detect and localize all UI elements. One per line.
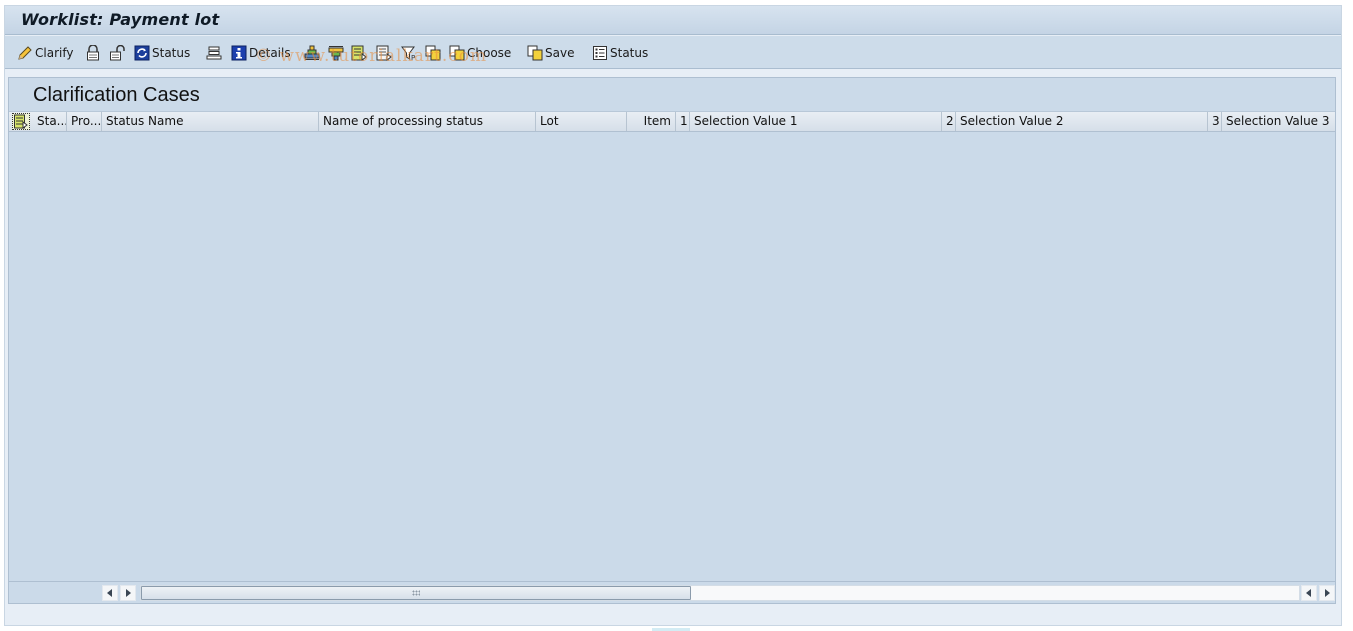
- column-header-processing[interactable]: Pro...: [67, 112, 102, 131]
- scroll-right-button-fixed[interactable]: [120, 585, 136, 601]
- sort-descending-button[interactable]: [328, 44, 346, 62]
- unlock-icon: [109, 44, 125, 61]
- clarification-cases-panel: Clarification Cases Sta... Pro... Status…: [8, 77, 1336, 604]
- column-header-selection-3-no[interactable]: 3: [1208, 112, 1222, 131]
- column-header-status-name[interactable]: Status Name: [102, 112, 319, 131]
- scroll-left-button-fixed[interactable]: [102, 585, 118, 601]
- scroll-right-button[interactable]: [1319, 585, 1335, 601]
- save-layout-icon: [527, 45, 543, 61]
- clarify-button[interactable]: Clarify: [17, 44, 73, 62]
- panel-title: Clarification Cases: [33, 84, 200, 106]
- change-layout-button[interactable]: [351, 44, 369, 62]
- scroll-track[interactable]: [140, 585, 1300, 601]
- column-header-item[interactable]: Item: [627, 112, 676, 131]
- choose-button[interactable]: Choose: [449, 44, 511, 62]
- arrow-left-icon: [1306, 589, 1311, 597]
- pencil-icon: [17, 45, 33, 61]
- sort-ascending-button[interactable]: [304, 44, 322, 62]
- scroll-left-button[interactable]: [1301, 585, 1317, 601]
- select-layout-icon: [376, 45, 392, 61]
- filter-icon: P: [401, 45, 417, 62]
- select-layout-button[interactable]: [376, 44, 394, 62]
- horizontal-scrollbar[interactable]: [9, 581, 1335, 603]
- column-header-selection-2-no[interactable]: 2: [942, 112, 956, 131]
- details-button[interactable]: Details: [231, 44, 291, 62]
- layout-button[interactable]: [206, 44, 224, 62]
- layout-icon: [206, 45, 222, 61]
- grid-body: [9, 132, 1335, 582]
- choose-icon: [449, 45, 465, 61]
- scroll-thumb[interactable]: [141, 586, 691, 600]
- column-header-selection-value-2[interactable]: Selection Value 2: [956, 112, 1208, 131]
- column-header-selection-value-3[interactable]: Selection Value 3: [1222, 112, 1337, 131]
- arrow-left-icon: [107, 589, 112, 597]
- change-layout-icon: [351, 45, 367, 61]
- save-layout-button[interactable]: Save: [527, 44, 574, 62]
- copy-layout-button[interactable]: [425, 44, 443, 62]
- lock-icon: [85, 44, 101, 61]
- column-header-status[interactable]: Sta...: [33, 112, 67, 131]
- copy-layout-icon: [425, 45, 441, 61]
- grip-icon: [412, 590, 420, 596]
- application-toolbar: Clarify Status Details P Choose Save Sta…: [5, 36, 1341, 69]
- status-list-icon: [592, 45, 608, 61]
- column-header-lot[interactable]: Lot: [536, 112, 627, 131]
- svg-text:P: P: [411, 54, 415, 61]
- status-refresh-button[interactable]: Status: [134, 44, 190, 62]
- select-all-button[interactable]: [12, 113, 30, 130]
- column-header-selection-1-no[interactable]: 1: [676, 112, 690, 131]
- grid-header: Sta... Pro... Status Name Name of proces…: [9, 111, 1335, 132]
- filter-button[interactable]: P: [401, 44, 419, 62]
- window-title: Worklist: Payment lot: [21, 10, 220, 29]
- status-list-button[interactable]: Status: [592, 44, 648, 62]
- arrow-right-icon: [126, 589, 131, 597]
- sort-descending-icon: [328, 45, 344, 61]
- sap-window: Worklist: Payment lot Clarify Status Det…: [4, 5, 1342, 626]
- refresh-status-icon: [134, 45, 150, 61]
- arrow-right-icon: [1325, 589, 1330, 597]
- info-icon: [231, 45, 247, 61]
- lock-button[interactable]: [85, 44, 103, 62]
- sort-ascending-icon: [304, 45, 320, 61]
- column-header-selection-value-1[interactable]: Selection Value 1: [690, 112, 942, 131]
- column-header-processing-status-name[interactable]: Name of processing status: [319, 112, 536, 131]
- title-bar: Worklist: Payment lot: [5, 6, 1341, 35]
- unlock-button[interactable]: [109, 44, 127, 62]
- select-all-icon: [14, 114, 28, 129]
